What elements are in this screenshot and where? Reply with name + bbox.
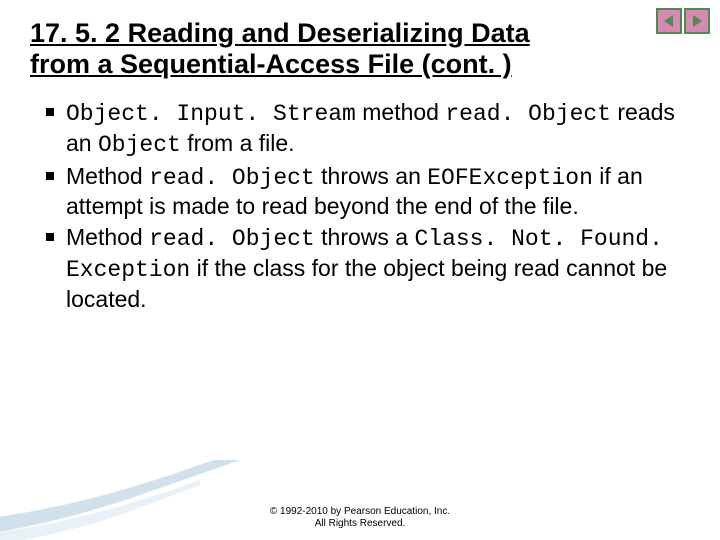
code-text: read. Object [149, 165, 315, 191]
footer-line-1: © 1992-2010 by Pearson Education, Inc. [0, 506, 720, 518]
slide-title: 17. 5. 2 Reading and Deserializing Data … [30, 18, 590, 80]
bullet-list: Object. Input. Stream method read. Objec… [46, 98, 680, 313]
body-text: Method [66, 163, 149, 189]
bullet-item: Method read. Object throws a Class. Not.… [46, 223, 680, 313]
code-text: Object [98, 132, 181, 158]
footer-line-2: All Rights Reserved. [0, 518, 720, 530]
body-text: method [356, 99, 446, 125]
code-text: read. Object [445, 101, 611, 127]
arrow-left-icon [662, 14, 676, 28]
code-text: Object. Input. Stream [66, 101, 356, 127]
nav-prev-button[interactable] [656, 8, 682, 34]
code-text: read. Object [149, 226, 315, 252]
body-text: from a file. [181, 130, 295, 156]
code-text: EOFException [427, 165, 593, 191]
nav-next-button[interactable] [684, 8, 710, 34]
slide: 17. 5. 2 Reading and Deserializing Data … [0, 0, 720, 540]
copyright-footer: © 1992-2010 by Pearson Education, Inc. A… [0, 506, 720, 530]
body-text: Method [66, 224, 149, 250]
bullet-item: Object. Input. Stream method read. Objec… [46, 98, 680, 160]
arrow-right-icon [690, 14, 704, 28]
body-text: throws an [315, 163, 428, 189]
body-text: throws a [315, 224, 415, 250]
nav-buttons [656, 8, 710, 34]
bullet-item: Method read. Object throws an EOFExcepti… [46, 162, 680, 222]
